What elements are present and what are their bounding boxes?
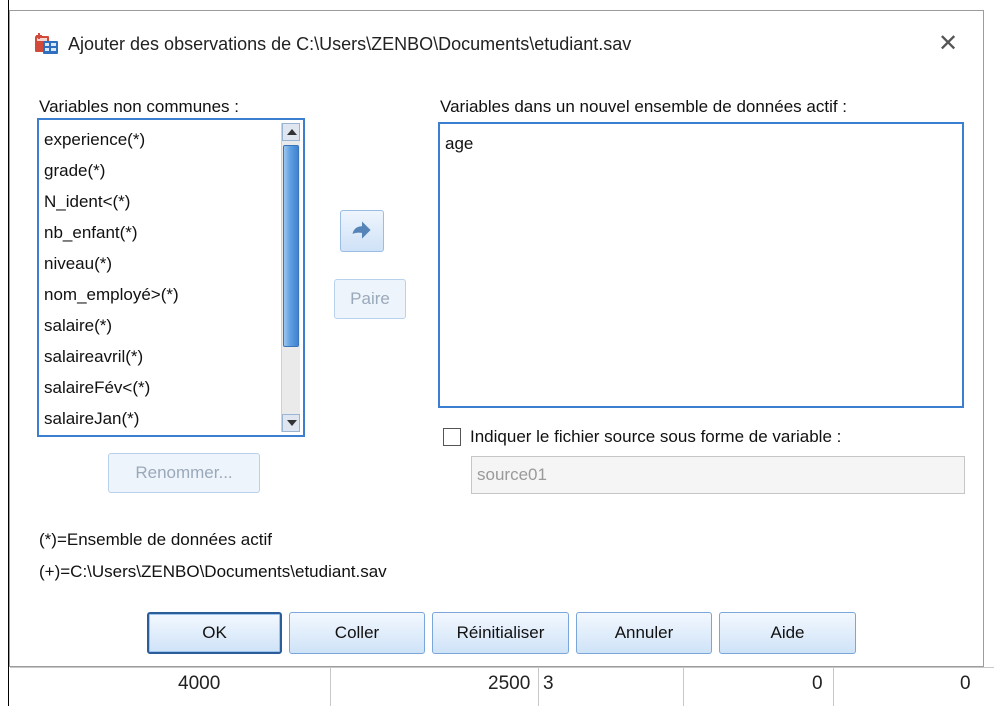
background-cell-value: 3 bbox=[543, 673, 554, 694]
move-variable-button[interactable] bbox=[340, 210, 384, 252]
reset-button[interactable]: Réinitialiser bbox=[432, 612, 569, 654]
background-cell-divider bbox=[330, 667, 331, 706]
variable-list-item[interactable]: salaire(*) bbox=[42, 310, 281, 341]
new-active-dataset-label: Variables dans un nouvel ensemble de don… bbox=[440, 97, 848, 116]
pair-button[interactable]: Paire bbox=[334, 279, 406, 319]
background-cell-value: 2500 bbox=[488, 673, 531, 694]
indicate-source-label: Indiquer le fichier source sous forme de… bbox=[470, 427, 842, 446]
source-variable-field[interactable]: source01 bbox=[471, 456, 965, 494]
background-cell-divider bbox=[683, 667, 684, 706]
background-cell-divider bbox=[538, 667, 539, 706]
variable-list-item[interactable]: salaireJan(*) bbox=[42, 403, 281, 434]
scroll-thumb[interactable] bbox=[283, 145, 299, 347]
indicate-source-checkbox[interactable] bbox=[443, 428, 461, 446]
variable-list-item[interactable]: N_ident<(*) bbox=[42, 186, 281, 217]
variable-list-item[interactable]: salaireavril(*) bbox=[42, 341, 281, 372]
uncommon-variables-items: experience(*) grade(*) N_ident<(*) nb_enfan… bbox=[42, 124, 281, 434]
scroll-down-button[interactable] bbox=[282, 414, 300, 432]
chevron-up-icon bbox=[287, 129, 297, 135]
background-cell-value: 0 bbox=[812, 673, 823, 694]
new-active-dataset-items: age bbox=[443, 128, 958, 159]
add-cases-dialog: Ajouter des observations de C:\Users\ZEN… bbox=[9, 10, 984, 667]
scroll-up-button[interactable] bbox=[282, 123, 300, 141]
close-button[interactable]: ✕ bbox=[933, 29, 963, 59]
background-cell-value: 0 bbox=[960, 673, 971, 694]
chevron-down-icon bbox=[287, 420, 297, 426]
uncommon-variables-list[interactable]: experience(*) grade(*) N_ident<(*) nb_enfan… bbox=[37, 118, 305, 437]
rename-button[interactable]: Renommer... bbox=[108, 453, 260, 493]
dialog-title: Ajouter des observations de C:\Users\ZEN… bbox=[68, 34, 632, 54]
variable-list-item[interactable]: salaireFév<(*) bbox=[42, 372, 281, 403]
help-button[interactable]: Aide bbox=[719, 612, 856, 654]
background-cell-divider bbox=[833, 667, 834, 706]
variable-list-item[interactable]: niveau(*) bbox=[42, 248, 281, 279]
ok-button[interactable]: OK bbox=[147, 612, 282, 654]
paste-button[interactable]: Coller bbox=[289, 612, 425, 654]
variable-list-item[interactable]: nom_employé>(*) bbox=[42, 279, 281, 310]
uncommon-variables-scrollbar[interactable] bbox=[281, 123, 300, 432]
new-active-dataset-list[interactable]: age bbox=[438, 122, 964, 408]
variable-list-item[interactable]: experience(*) bbox=[42, 124, 281, 155]
legend-active-dataset: (*)=Ensemble de données actif bbox=[39, 530, 272, 549]
variable-list-item[interactable]: grade(*) bbox=[42, 155, 281, 186]
legend-file-path: (+)=C:\Users\ZENBO\Documents\etudiant.sa… bbox=[39, 562, 387, 581]
dialog-titlebar: Ajouter des observations de C:\Users\ZEN… bbox=[10, 11, 983, 77]
background-cell-value: 4000 bbox=[178, 673, 221, 694]
variable-list-item[interactable]: age bbox=[443, 128, 958, 159]
spss-add-cases-icon bbox=[35, 33, 58, 54]
uncommon-variables-label: Variables non communes : bbox=[39, 97, 240, 116]
arrow-right-icon bbox=[352, 221, 371, 239]
variable-list-item[interactable]: nb_enfant(*) bbox=[42, 217, 281, 248]
cancel-button[interactable]: Annuler bbox=[576, 612, 712, 654]
close-icon: ✕ bbox=[937, 30, 959, 57]
